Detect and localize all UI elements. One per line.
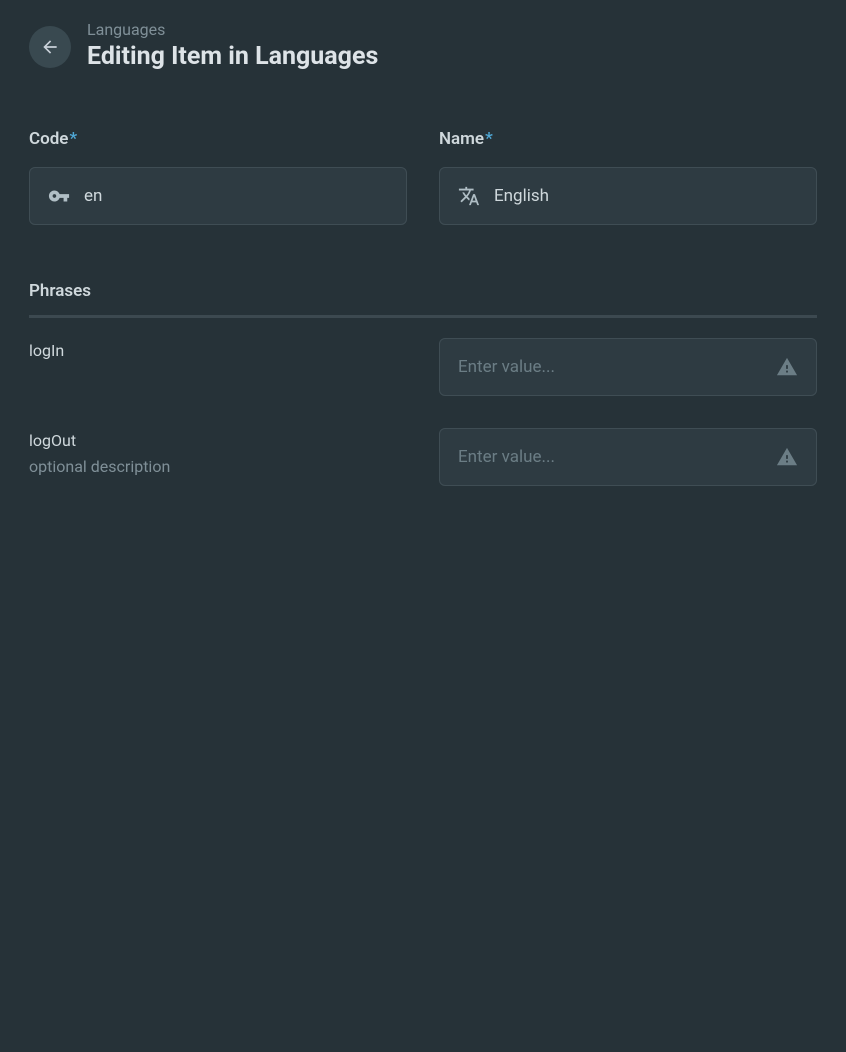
phrase-input-col (439, 338, 817, 396)
phrase-logout-input[interactable] (458, 447, 766, 467)
required-star: * (485, 129, 493, 149)
breadcrumb[interactable]: Languages (87, 20, 378, 41)
name-input[interactable] (494, 186, 798, 206)
phrase-input-col (439, 428, 817, 486)
warning-icon (776, 356, 798, 378)
phrase-input-wrapper (439, 428, 817, 486)
required-star: * (69, 129, 77, 149)
phrase-description: optional description (29, 456, 407, 478)
section-phrases-header: Phrases (29, 281, 817, 318)
page-title: Editing Item in Languages (87, 41, 378, 74)
phrase-login-input[interactable] (458, 357, 766, 377)
phrase-input-wrapper (439, 338, 817, 396)
form-group-code: Code* (29, 129, 407, 225)
arrow-back-icon (40, 37, 60, 57)
page-header: Languages Editing Item in Languages (29, 20, 817, 73)
form-group-name: Name* (439, 129, 817, 225)
phrase-row: logOut optional description (29, 428, 817, 486)
phrase-key-label: logOut (29, 428, 407, 454)
phrase-key-label: logIn (29, 338, 407, 364)
header-text: Languages Editing Item in Languages (87, 20, 378, 73)
warning-icon (776, 446, 798, 468)
phrase-label-col: logIn (29, 338, 407, 364)
phrase-row: logIn (29, 338, 817, 396)
code-input-wrapper (29, 167, 407, 225)
form-row-main: Code* Name* (29, 129, 817, 225)
name-input-wrapper (439, 167, 817, 225)
name-label: Name* (439, 129, 817, 149)
code-label: Code* (29, 129, 407, 149)
key-icon (48, 185, 70, 207)
code-input[interactable] (84, 186, 388, 206)
phrase-label-col: logOut optional description (29, 428, 407, 478)
translate-icon (458, 185, 480, 207)
back-button[interactable] (29, 26, 71, 68)
